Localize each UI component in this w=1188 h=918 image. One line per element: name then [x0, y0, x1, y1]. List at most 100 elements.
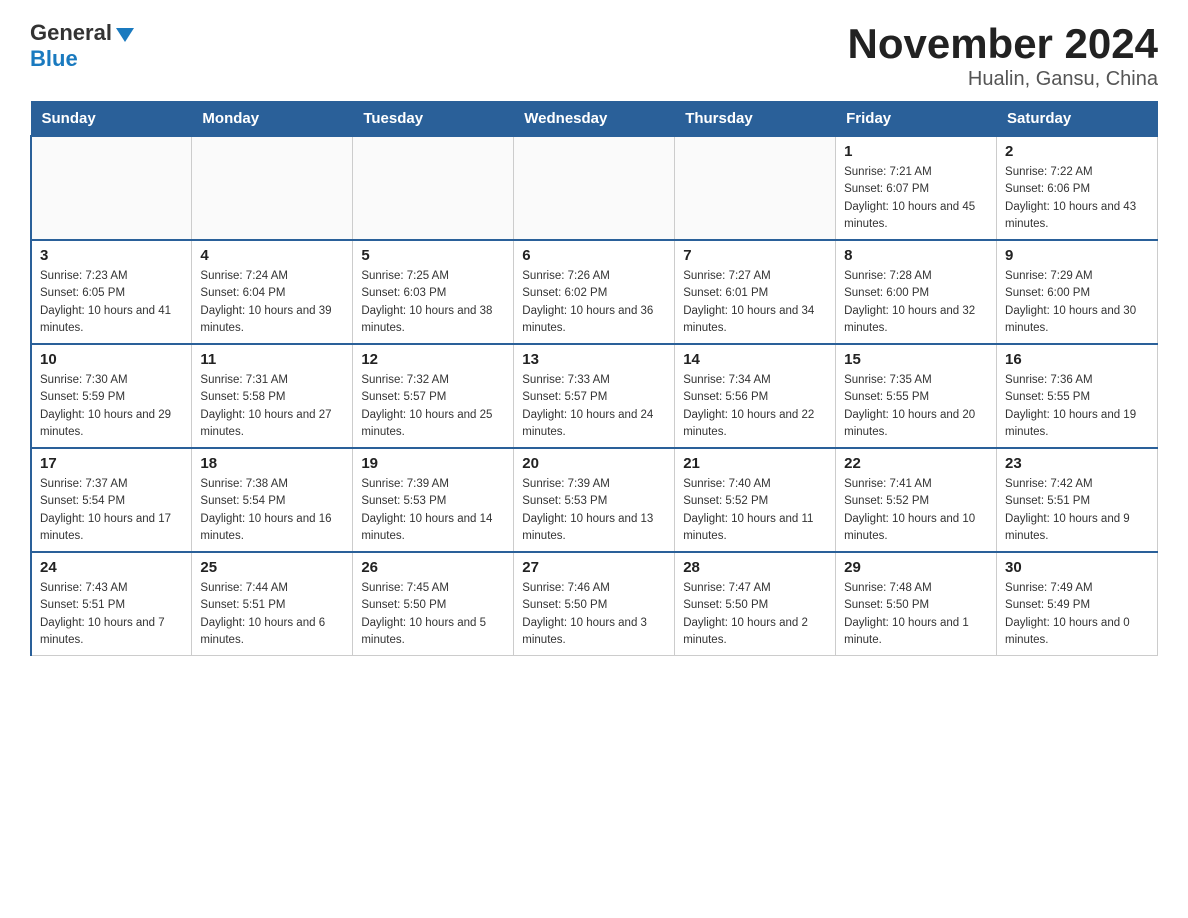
day-number: 10 — [40, 351, 183, 368]
day-info: Sunrise: 7:27 AMSunset: 6:01 PMDaylight:… — [683, 268, 827, 337]
calendar-day-header: Monday — [192, 102, 353, 137]
calendar-cell: 22 Sunrise: 7:41 AMSunset: 5:52 PMDayligh… — [836, 448, 997, 552]
calendar-day-header: Saturday — [997, 102, 1158, 137]
logo-general-text: General — [30, 20, 112, 46]
calendar-week-row: 17Sunrise: 7:37 AMSunset: 5:54 PMDayligh… — [31, 448, 1158, 552]
day-number: 19 — [361, 455, 505, 472]
day-info: Sunrise: 7:32 AMSunset: 5:57 PMDaylight:… — [361, 372, 505, 441]
day-info: Sunrise: 7:40 AMSunset: 5:52 PMDaylight:… — [683, 476, 827, 545]
day-number: 9 — [1005, 247, 1149, 264]
calendar-cell: 9 Sunrise: 7:29 AMSunset: 6:00 PMDaylight… — [997, 240, 1158, 344]
day-info: Sunrise: 7:43 AMSunset: 5:51 PMDaylight:… — [40, 580, 183, 649]
day-number: 6 — [522, 247, 666, 264]
day-info: Sunrise: 7:42 AMSunset: 5:51 PMDaylight:… — [1005, 476, 1149, 545]
day-info: Sunrise: 7:25 AMSunset: 6:03 PMDaylight:… — [361, 268, 505, 337]
calendar-week-row: 10 Sunrise: 7:30 AMSunset: 5:59 PMDayligh… — [31, 344, 1158, 448]
day-number: 20 — [522, 455, 666, 472]
day-info: Sunrise: 7:24 AMSunset: 6:04 PMDaylight:… — [200, 268, 344, 337]
day-info: Sunrise: 7:22 AMSunset: 6:06 PMDaylight:… — [1005, 164, 1149, 233]
calendar-cell: 5 Sunrise: 7:25 AMSunset: 6:03 PMDaylight… — [353, 240, 514, 344]
day-number: 13 — [522, 351, 666, 368]
day-info: Sunrise: 7:48 AMSunset: 5:50 PMDaylight:… — [844, 580, 988, 649]
calendar-cell: 29 Sunrise: 7:48 AMSunset: 5:50 PMDayligh… — [836, 552, 997, 656]
day-info: Sunrise: 7:39 AMSunset: 5:53 PMDaylight:… — [522, 476, 666, 545]
day-number: 2 — [1005, 143, 1149, 160]
calendar-cell: 24 Sunrise: 7:43 AMSunset: 5:51 PMDayligh… — [31, 552, 192, 656]
calendar-day-header: Wednesday — [514, 102, 675, 137]
day-number: 24 — [40, 559, 183, 576]
day-number: 28 — [683, 559, 827, 576]
calendar-cell — [192, 136, 353, 240]
calendar-cell — [31, 136, 192, 240]
day-number: 22 — [844, 455, 988, 472]
day-info: Sunrise: 7:39 AMSunset: 5:53 PMDaylight:… — [361, 476, 505, 545]
day-info: Sunrise: 7:21 AMSunset: 6:07 PMDaylight:… — [844, 164, 988, 233]
day-number: 7 — [683, 247, 827, 264]
calendar-cell: 19 Sunrise: 7:39 AMSunset: 5:53 PMDayligh… — [353, 448, 514, 552]
day-info: Sunrise: 7:28 AMSunset: 6:00 PMDaylight:… — [844, 268, 988, 337]
day-info: Sunrise: 7:31 AMSunset: 5:58 PMDaylight:… — [200, 372, 344, 441]
day-info: Sunrise: 7:23 AMSunset: 6:05 PMDaylight:… — [40, 268, 183, 337]
calendar-week-row: 1 Sunrise: 7:21 AMSunset: 6:07 PMDaylight… — [31, 136, 1158, 240]
day-number: 25 — [200, 559, 344, 576]
calendar-day-header: Thursday — [675, 102, 836, 137]
calendar-cell: 13 Sunrise: 7:33 AMSunset: 5:57 PMDayligh… — [514, 344, 675, 448]
calendar-cell — [514, 136, 675, 240]
calendar-cell: 14Sunrise: 7:34 AMSunset: 5:56 PMDayligh… — [675, 344, 836, 448]
day-info: Sunrise: 7:34 AMSunset: 5:56 PMDaylight:… — [683, 372, 827, 441]
day-info: Sunrise: 7:41 AMSunset: 5:52 PMDaylight:… — [844, 476, 988, 545]
day-number: 30 — [1005, 559, 1149, 576]
day-number: 15 — [844, 351, 988, 368]
location-subtitle: Hualin, Gansu, China — [847, 68, 1158, 91]
day-number: 8 — [844, 247, 988, 264]
day-number: 1 — [844, 143, 988, 160]
day-number: 26 — [361, 559, 505, 576]
day-info: Sunrise: 7:26 AMSunset: 6:02 PMDaylight:… — [522, 268, 666, 337]
day-info: Sunrise: 7:44 AMSunset: 5:51 PMDaylight:… — [200, 580, 344, 649]
page-header: General Blue November 2024 Hualin, Gansu… — [30, 20, 1158, 91]
calendar-cell: 27 Sunrise: 7:46 AMSunset: 5:50 PMDayligh… — [514, 552, 675, 656]
logo-triangle-icon — [116, 28, 134, 42]
calendar-table: SundayMondayTuesdayWednesdayThursdayFrid… — [30, 101, 1158, 656]
day-info: Sunrise: 7:49 AMSunset: 5:49 PMDaylight:… — [1005, 580, 1149, 649]
day-info: Sunrise: 7:35 AMSunset: 5:55 PMDaylight:… — [844, 372, 988, 441]
calendar-cell: 26 Sunrise: 7:45 AMSunset: 5:50 PMDayligh… — [353, 552, 514, 656]
calendar-cell: 25 Sunrise: 7:44 AMSunset: 5:51 PMDayligh… — [192, 552, 353, 656]
day-number: 27 — [522, 559, 666, 576]
calendar-day-header: Friday — [836, 102, 997, 137]
calendar-week-row: 24 Sunrise: 7:43 AMSunset: 5:51 PMDayligh… — [31, 552, 1158, 656]
day-info: Sunrise: 7:36 AMSunset: 5:55 PMDaylight:… — [1005, 372, 1149, 441]
calendar-cell: 2 Sunrise: 7:22 AMSunset: 6:06 PMDaylight… — [997, 136, 1158, 240]
month-year-title: November 2024 — [847, 20, 1158, 68]
day-number: 29 — [844, 559, 988, 576]
calendar-cell: 12 Sunrise: 7:32 AMSunset: 5:57 PMDayligh… — [353, 344, 514, 448]
day-info: Sunrise: 7:30 AMSunset: 5:59 PMDaylight:… — [40, 372, 183, 441]
calendar-cell: 6 Sunrise: 7:26 AMSunset: 6:02 PMDaylight… — [514, 240, 675, 344]
day-number: 16 — [1005, 351, 1149, 368]
calendar-cell: 17Sunrise: 7:37 AMSunset: 5:54 PMDayligh… — [31, 448, 192, 552]
calendar-day-header: Tuesday — [353, 102, 514, 137]
day-info: Sunrise: 7:33 AMSunset: 5:57 PMDaylight:… — [522, 372, 666, 441]
day-info: Sunrise: 7:37 AMSunset: 5:54 PMDaylight:… — [40, 476, 183, 545]
day-number: 21 — [683, 455, 827, 472]
day-info: Sunrise: 7:29 AMSunset: 6:00 PMDaylight:… — [1005, 268, 1149, 337]
day-number: 5 — [361, 247, 505, 264]
calendar-cell: 30 Sunrise: 7:49 AMSunset: 5:49 PMDayligh… — [997, 552, 1158, 656]
calendar-cell: 18Sunrise: 7:38 AMSunset: 5:54 PMDayligh… — [192, 448, 353, 552]
day-info: Sunrise: 7:47 AMSunset: 5:50 PMDaylight:… — [683, 580, 827, 649]
calendar-cell: 28 Sunrise: 7:47 AMSunset: 5:50 PMDayligh… — [675, 552, 836, 656]
day-number: 12 — [361, 351, 505, 368]
calendar-cell: 7 Sunrise: 7:27 AMSunset: 6:01 PMDaylight… — [675, 240, 836, 344]
calendar-cell: 20 Sunrise: 7:39 AMSunset: 5:53 PMDayligh… — [514, 448, 675, 552]
day-info: Sunrise: 7:38 AMSunset: 5:54 PMDaylight:… — [200, 476, 344, 545]
logo-blue-text: Blue — [30, 46, 78, 72]
calendar-cell: 23 Sunrise: 7:42 AMSunset: 5:51 PMDayligh… — [997, 448, 1158, 552]
calendar-cell: 21 Sunrise: 7:40 AMSunset: 5:52 PMDayligh… — [675, 448, 836, 552]
day-number: 23 — [1005, 455, 1149, 472]
calendar-cell: 1 Sunrise: 7:21 AMSunset: 6:07 PMDaylight… — [836, 136, 997, 240]
day-info: Sunrise: 7:45 AMSunset: 5:50 PMDaylight:… — [361, 580, 505, 649]
calendar-cell: 8 Sunrise: 7:28 AMSunset: 6:00 PMDaylight… — [836, 240, 997, 344]
day-info: Sunrise: 7:46 AMSunset: 5:50 PMDaylight:… — [522, 580, 666, 649]
calendar-header-row: SundayMondayTuesdayWednesdayThursdayFrid… — [31, 102, 1158, 137]
calendar-cell: 11Sunrise: 7:31 AMSunset: 5:58 PMDayligh… — [192, 344, 353, 448]
